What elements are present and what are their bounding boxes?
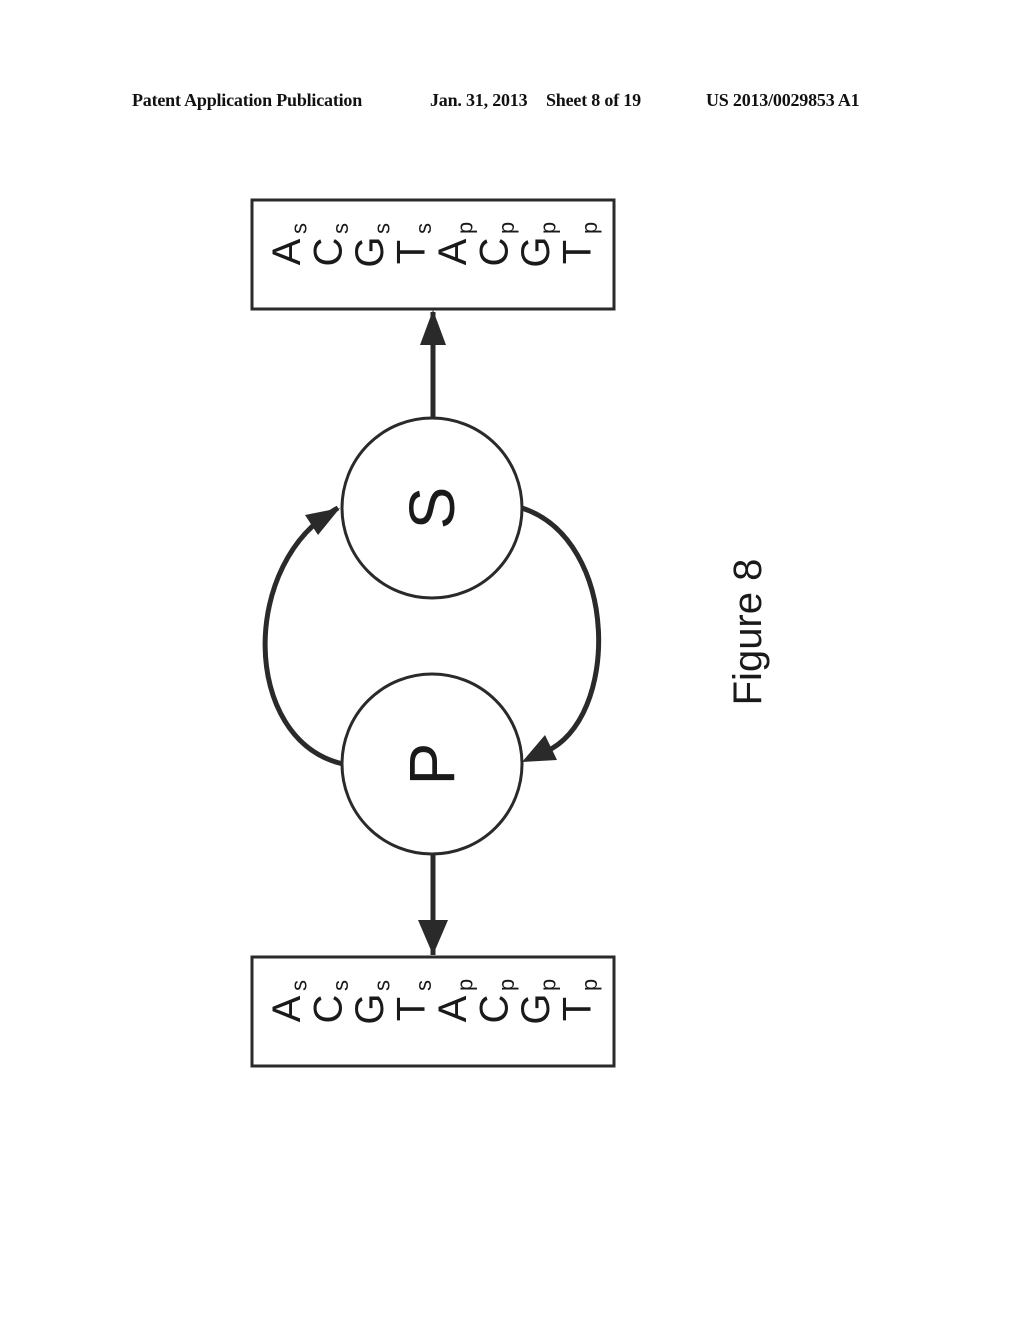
sequence-base: A <box>265 995 309 1022</box>
sequence-base: T <box>556 997 600 1021</box>
sequence-subscript: p <box>453 222 478 234</box>
sequence-base: C <box>473 995 517 1024</box>
sequence-subscript: p <box>577 222 602 234</box>
node-s-label: S <box>396 487 468 530</box>
sequence-base: A <box>431 238 475 265</box>
sequence-base: G <box>348 236 392 267</box>
arrowhead-top-box <box>420 310 446 345</box>
sequence-base: T <box>556 240 600 264</box>
sequence-subscript: p <box>536 222 561 234</box>
sequence-base: T <box>390 997 434 1021</box>
sequence-subscript: s <box>328 980 353 991</box>
figure-diagram: AsCsGsTsApCpGpTp AsCsGsTsApCpGpTp S P Fi… <box>250 198 770 1068</box>
arrowhead-bottom-box <box>418 920 448 955</box>
sequence-base: G <box>348 993 392 1024</box>
sequence-subscript: p <box>577 979 602 991</box>
sequence-subscript: s <box>411 223 436 234</box>
node-p-label: P <box>396 743 468 786</box>
sequence-subscript: s <box>370 980 395 991</box>
sequence-base: G <box>514 993 558 1024</box>
sequence-base: G <box>514 236 558 267</box>
sequence-base: C <box>473 238 517 267</box>
sequence-base: C <box>307 238 351 267</box>
sequence-base: A <box>431 995 475 1022</box>
figure-caption: Figure 8 <box>726 559 770 706</box>
sequence-subscript: s <box>328 223 353 234</box>
sequence-subscript: s <box>370 223 395 234</box>
sequence-base: T <box>390 240 434 264</box>
curved-arrow-p-to-s <box>262 505 344 767</box>
sequence-base: A <box>265 238 309 265</box>
curved-arrow-s-to-p <box>521 505 602 755</box>
sequence-subscript: s <box>287 980 312 991</box>
sequence-subscript: s <box>287 223 312 234</box>
sequence-subscript: p <box>494 979 519 991</box>
sequence-subscript: p <box>536 979 561 991</box>
sequence-subscript: p <box>453 979 478 991</box>
sequence-subscript: s <box>411 980 436 991</box>
sequence-subscript: p <box>494 222 519 234</box>
sequence-base: C <box>307 995 351 1024</box>
